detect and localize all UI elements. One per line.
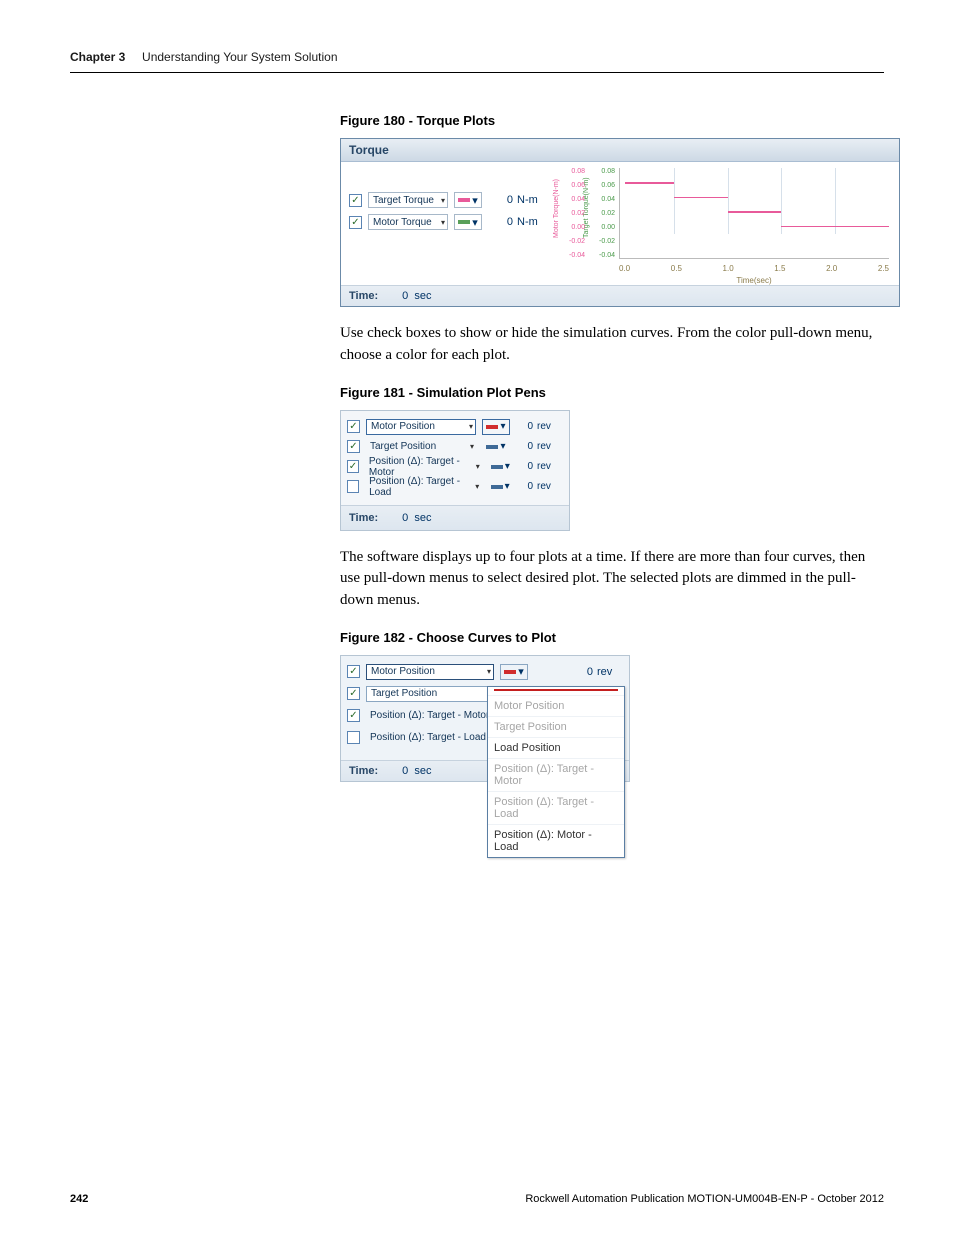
chevron-down-icon: ▾ bbox=[475, 482, 479, 491]
y1-ticks: 0.080.060.040.020.00-0.02-0.04 bbox=[557, 168, 585, 259]
color-select[interactable]: ▾ bbox=[482, 419, 510, 435]
color-select[interactable]: ▾ bbox=[487, 479, 513, 495]
chevron-down-icon: ▾ bbox=[487, 667, 491, 676]
unit: rev bbox=[537, 441, 563, 452]
time-label: Time: bbox=[349, 290, 378, 302]
plot-select-target-torque[interactable]: Target Torque▾ bbox=[368, 192, 448, 208]
menu-option[interactable]: Position (Δ): Target - Load bbox=[488, 791, 624, 824]
plot-select-motor-torque[interactable]: Motor Torque▾ bbox=[368, 214, 448, 230]
checkbox[interactable]: ✓ bbox=[347, 709, 360, 722]
plot-select[interactable]: Motor Position▾ bbox=[366, 419, 476, 435]
unit: rev bbox=[537, 421, 563, 432]
chevron-down-icon: ▾ bbox=[469, 422, 473, 431]
checkbox[interactable]: ✓ bbox=[347, 440, 360, 453]
plot-pen-row: ✓Target Position▾▾0rev bbox=[347, 439, 563, 455]
plot-area bbox=[619, 168, 889, 259]
time-label: Time: bbox=[349, 512, 378, 524]
color-select-target-torque[interactable]: ▾ bbox=[454, 192, 482, 208]
chevron-down-icon: ▾ bbox=[500, 421, 505, 432]
chevron-down-icon: ▾ bbox=[505, 461, 510, 472]
plot-pen-row: ✓Position (Δ): Target - Load▾▾0rev bbox=[347, 479, 563, 495]
menu-option[interactable]: Load Position bbox=[488, 737, 624, 758]
line-sample-icon bbox=[494, 689, 618, 691]
chevron-down-icon: ▾ bbox=[500, 441, 505, 452]
figure-180-caption: Figure 180 - Torque Plots bbox=[340, 113, 874, 128]
chevron-down-icon: ▾ bbox=[441, 196, 445, 205]
unit: rev bbox=[537, 461, 563, 472]
color-select[interactable]: ▾ bbox=[488, 459, 513, 475]
chevron-down-icon: ▾ bbox=[470, 442, 474, 451]
menu-option[interactable]: Target Position bbox=[488, 716, 624, 737]
page-footer: 242 Rockwell Automation Publication MOTI… bbox=[70, 1193, 884, 1205]
chevron-down-icon: ▾ bbox=[476, 462, 480, 471]
color-select-motor-torque[interactable]: ▾ bbox=[454, 214, 482, 230]
menu-option[interactable]: Motor Position bbox=[488, 695, 624, 716]
checkbox-motor-torque[interactable]: ✓ bbox=[349, 216, 362, 229]
choose-curves-panel: ✓ Motor Position▾ ▾ 0rev ✓ Target Positi… bbox=[340, 655, 630, 782]
plot-pen-row: ✓ Motor Position▾ ▾ 0 rev bbox=[347, 664, 623, 680]
unit: rev bbox=[537, 481, 563, 492]
figure-181-caption: Figure 181 - Simulation Plot Pens bbox=[340, 385, 874, 400]
chapter-label: Chapter 3 bbox=[70, 50, 125, 64]
color-select[interactable]: ▾ bbox=[500, 664, 528, 680]
value: 0 bbox=[499, 216, 513, 228]
value: 0 bbox=[519, 461, 533, 472]
menu-option[interactable]: Position (Δ): Motor - Load bbox=[488, 824, 624, 857]
running-header: Chapter 3 Understanding Your System Solu… bbox=[70, 50, 884, 64]
plot-pen-row: ✓ Target Torque▾ ▾ 0 N-m bbox=[349, 192, 543, 208]
plot-pen-row: ✓Motor Position▾▾0rev bbox=[347, 419, 563, 435]
color-select[interactable]: ▾ bbox=[482, 439, 510, 455]
body-paragraph-2: The software displays up to four plots a… bbox=[340, 547, 874, 612]
time-bar: Time: 0 sec bbox=[341, 505, 569, 530]
torque-chart: Motor Torque(N-m) Target Torque(N-m) 0.0… bbox=[551, 162, 899, 285]
page-number: 242 bbox=[70, 1193, 88, 1205]
body-paragraph-1: Use check boxes to show or hide the simu… bbox=[340, 323, 874, 367]
checkbox[interactable]: ✓ bbox=[347, 687, 360, 700]
plot-pen-row: ✓ Motor Torque▾ ▾ 0 N-m bbox=[349, 214, 543, 230]
figure-182-caption: Figure 182 - Choose Curves to Plot bbox=[340, 630, 874, 645]
plot-select[interactable]: Position (Δ): Target - Load▾ bbox=[365, 479, 481, 495]
x-ticks: 0.00.51.01.52.02.5 bbox=[619, 264, 889, 273]
value: 0 bbox=[519, 481, 533, 492]
x-axis-label: Time(sec) bbox=[619, 276, 889, 285]
plot-select[interactable]: Target Position▾ bbox=[366, 439, 476, 455]
chevron-down-icon: ▾ bbox=[518, 665, 524, 678]
value: 0 bbox=[519, 441, 533, 452]
value: 0 bbox=[579, 666, 593, 678]
plot-select-menu[interactable]: Motor PositionTarget PositionLoad Positi… bbox=[487, 686, 625, 858]
chevron-down-icon: ▾ bbox=[472, 194, 478, 207]
unit: N-m bbox=[517, 194, 543, 206]
chapter-title: Understanding Your System Solution bbox=[142, 50, 337, 64]
plot-select[interactable]: Position (Δ): Target - Motor▾ bbox=[365, 459, 482, 475]
value: 0 bbox=[499, 194, 513, 206]
value: 0 bbox=[519, 421, 533, 432]
y2-ticks: 0.080.060.040.020.00-0.02-0.04 bbox=[587, 168, 615, 259]
checkbox[interactable]: ✓ bbox=[347, 480, 359, 493]
plot-select[interactable]: Position (Δ): Target - Load bbox=[366, 730, 494, 746]
checkbox[interactable]: ✓ bbox=[347, 420, 360, 433]
checkbox-target-torque[interactable]: ✓ bbox=[349, 194, 362, 207]
plot-pen-row: ✓Position (Δ): Target - Motor▾▾0rev bbox=[347, 459, 563, 475]
time-label: Time: bbox=[349, 765, 378, 777]
chevron-down-icon: ▾ bbox=[505, 481, 510, 492]
time-bar: Time: 0 sec bbox=[341, 285, 899, 306]
publication-id: Rockwell Automation Publication MOTION-U… bbox=[525, 1193, 884, 1205]
checkbox[interactable]: ✓ bbox=[347, 665, 360, 678]
chevron-down-icon: ▾ bbox=[441, 218, 445, 227]
menu-option[interactable]: Position (Δ): Target - Motor bbox=[488, 758, 624, 791]
plot-select[interactable]: Position (Δ): Target - Motor bbox=[366, 708, 494, 724]
chevron-down-icon: ▾ bbox=[472, 216, 478, 229]
plot-select[interactable]: Motor Position▾ bbox=[366, 664, 494, 680]
torque-panel-title: Torque bbox=[341, 139, 899, 162]
plot-select[interactable]: Target Position bbox=[366, 686, 494, 702]
simulation-pens-panel: ✓Motor Position▾▾0rev✓Target Position▾▾0… bbox=[340, 410, 570, 531]
torque-panel: Torque ✓ Target Torque▾ ▾ 0 N-m ✓ Motor T… bbox=[340, 138, 900, 307]
checkbox[interactable]: ✓ bbox=[347, 460, 359, 473]
unit: N-m bbox=[517, 216, 543, 228]
header-rule bbox=[70, 72, 884, 73]
unit: rev bbox=[597, 666, 623, 678]
checkbox[interactable]: ✓ bbox=[347, 731, 360, 744]
